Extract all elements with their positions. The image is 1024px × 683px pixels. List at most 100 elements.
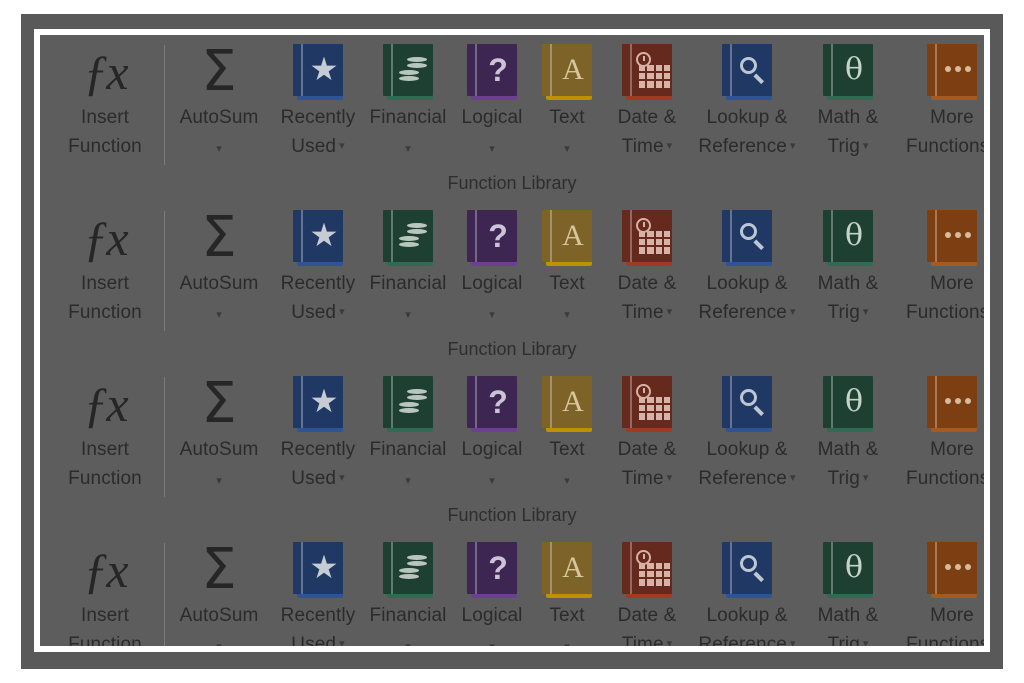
book-symbol: [305, 44, 343, 96]
dropdown-caret-icon[interactable]: ▾: [863, 630, 869, 646]
ribbon-button-insert-function[interactable]: ƒx Insert Function: [46, 201, 164, 327]
dropdown-caret-icon[interactable]: ▾: [790, 464, 796, 493]
ribbon-button-more-functions[interactable]: More Functions▾: [893, 35, 984, 161]
ribbon-button-math-trig[interactable]: θ Math & Trig ▾: [803, 201, 893, 327]
ribbon-button-text[interactable]: A Text ▾: [531, 533, 603, 646]
ribbon-button-label-line2: Reference ▾: [698, 298, 795, 327]
ribbon-button-recently-used[interactable]: Recently Used ▾: [273, 533, 363, 646]
ribbon-button-label-line2: Time ▾: [622, 464, 673, 493]
book-base: [827, 261, 873, 266]
magnifier-lens: [740, 554, 757, 572]
ribbon-button-autosum[interactable]: Σ AutoSum ▾: [165, 367, 273, 496]
dropdown-caret-icon[interactable]: ▾: [405, 641, 411, 646]
dropdown-caret-icon[interactable]: ▾: [339, 132, 345, 161]
ribbon-button-row: ƒxInsertFunctionΣAutoSum▾RecentlyUsed▾Fi…: [40, 533, 984, 646]
ribbon-button-lookup-reference[interactable]: Lookup & Reference ▾: [691, 367, 803, 493]
ribbon-button-math-trig[interactable]: θ Math & Trig ▾: [803, 533, 893, 646]
ribbon-button-autosum[interactable]: Σ AutoSum ▾: [165, 533, 273, 647]
dropdown-caret-icon[interactable]: ▾: [216, 475, 222, 487]
dropdown-caret-icon[interactable]: ▾: [216, 309, 222, 321]
dropdown-caret-icon[interactable]: ▾: [489, 475, 495, 487]
ribbon-button-label-text: Time: [621, 302, 664, 323]
dropdown-caret-icon[interactable]: ▾: [405, 309, 411, 321]
book-symbol: θ: [835, 44, 873, 96]
ribbon-button-insert-function[interactable]: ƒx Insert Function: [46, 533, 164, 646]
ribbon-button-recently-used[interactable]: Recently Used ▾: [273, 35, 363, 161]
dropdown-caret-icon[interactable]: ▾: [489, 309, 495, 321]
dropdown-caret-icon[interactable]: ▾: [863, 464, 869, 493]
ribbon-button-insert-function[interactable]: ƒx Insert Function: [46, 367, 164, 493]
dropdown-caret-icon[interactable]: ▾: [339, 298, 345, 327]
ribbon-button-icon: ƒx: [83, 373, 128, 435]
book-calendar-clock-icon: [622, 43, 672, 101]
ribbon-button-label-line2: ▾: [564, 464, 570, 496]
ribbon-button-recently-used[interactable]: Recently Used ▾: [273, 201, 363, 327]
ribbon-button-lookup-reference[interactable]: Lookup & Reference ▾: [691, 533, 803, 646]
ribbon-button-label: Date &: [617, 439, 677, 460]
dropdown-caret-icon[interactable]: ▾: [339, 464, 345, 493]
ribbon-button-insert-function[interactable]: ƒx Insert Function: [46, 35, 164, 161]
ribbon-button-logical[interactable]: ? Logical ▾: [453, 201, 531, 330]
ribbon-button-financial[interactable]: Financial ▾: [363, 201, 453, 330]
letter-a-icon: A: [562, 218, 584, 252]
ribbon-button-date-time[interactable]: Date & Time ▾: [603, 533, 691, 646]
ribbon-button-more-functions[interactable]: More Functions▾: [893, 201, 984, 327]
ribbon-button-logical[interactable]: ? Logical ▾: [453, 367, 531, 496]
ribbon-button-financial[interactable]: Financial ▾: [363, 367, 453, 496]
ribbon-button-label-line2: Used ▾: [291, 630, 344, 646]
ribbon-button-logical[interactable]: ? Logical ▾: [453, 35, 531, 164]
magnifier-lens: [740, 388, 757, 406]
dropdown-caret-icon[interactable]: ▾: [339, 630, 345, 646]
ribbon-button-text[interactable]: A Text ▾: [531, 201, 603, 330]
dropdown-caret-icon[interactable]: ▾: [564, 309, 570, 321]
dropdown-caret-icon[interactable]: ▾: [667, 298, 673, 327]
ribbon-button-date-time[interactable]: Date & Time ▾: [603, 35, 691, 161]
dropdown-caret-icon[interactable]: ▾: [489, 641, 495, 646]
ribbon-button-text[interactable]: A Text ▾: [531, 35, 603, 164]
dropdown-caret-icon[interactable]: ▾: [863, 298, 869, 327]
book-symbol: [939, 210, 977, 262]
dropdown-caret-icon[interactable]: ▾: [667, 464, 673, 493]
dropdown-caret-icon[interactable]: ▾: [667, 132, 673, 161]
dropdown-caret-icon[interactable]: ▾: [405, 475, 411, 487]
dropdown-caret-icon[interactable]: ▾: [863, 132, 869, 161]
ribbon-button-label: Recently: [280, 439, 356, 460]
ribbon-button-recently-used[interactable]: Recently Used ▾: [273, 367, 363, 493]
dropdown-caret-icon[interactable]: ▾: [216, 143, 222, 155]
ribbon-button-math-trig[interactable]: θ Math & Trig ▾: [803, 367, 893, 493]
ribbon-button-math-trig[interactable]: θ Math & Trig ▾: [803, 35, 893, 161]
ribbon-button-label-line2: Used ▾: [291, 132, 344, 161]
ribbon-button-date-time[interactable]: Date & Time ▾: [603, 201, 691, 327]
magnifier-handle: [753, 571, 765, 582]
ribbon-button-financial[interactable]: Financial ▾: [363, 35, 453, 164]
ribbon-button-text[interactable]: A Text ▾: [531, 367, 603, 496]
dropdown-caret-icon[interactable]: ▾: [564, 475, 570, 487]
ribbon-button-lookup-reference[interactable]: Lookup & Reference ▾: [691, 35, 803, 161]
dropdown-caret-icon[interactable]: ▾: [790, 630, 796, 646]
dropdown-caret-icon[interactable]: ▾: [216, 641, 222, 646]
sigma-icon: Σ: [201, 537, 237, 602]
dropdown-caret-icon[interactable]: ▾: [790, 298, 796, 327]
ribbon-button-more-functions[interactable]: More Functions▾: [893, 533, 984, 646]
dropdown-caret-icon[interactable]: ▾: [564, 143, 570, 155]
dropdown-caret-icon[interactable]: ▾: [564, 641, 570, 646]
dropdown-caret-icon[interactable]: ▾: [405, 143, 411, 155]
book-symbol: [634, 376, 672, 428]
ribbon-button-logical[interactable]: ? Logical ▾: [453, 533, 531, 646]
dropdown-caret-icon[interactable]: ▾: [667, 630, 673, 646]
dropdown-caret-icon[interactable]: ▾: [790, 132, 796, 161]
ribbon-button-icon: A: [542, 373, 592, 435]
ribbon-button-label-line2: Time ▾: [622, 132, 673, 161]
calendar-clock-icon: [636, 549, 670, 586]
ribbon-button-label-text: Reference: [698, 468, 787, 489]
ribbon-button-autosum[interactable]: Σ AutoSum ▾: [165, 201, 273, 330]
dropdown-caret-icon[interactable]: ▾: [489, 143, 495, 155]
ribbon-group-function-library: ƒxInsertFunctionΣAutoSum▾RecentlyUsed▾Fi…: [40, 367, 984, 533]
book-question-icon: ?: [467, 375, 517, 433]
ribbon-button-autosum[interactable]: Σ AutoSum ▾: [165, 35, 273, 164]
ribbon-button-date-time[interactable]: Date & Time ▾: [603, 367, 691, 493]
ribbon-button-more-functions[interactable]: More Functions▾: [893, 367, 984, 493]
sigma-icon: Σ: [201, 205, 237, 270]
ribbon-button-lookup-reference[interactable]: Lookup & Reference ▾: [691, 201, 803, 327]
ribbon-button-financial[interactable]: Financial ▾: [363, 533, 453, 646]
